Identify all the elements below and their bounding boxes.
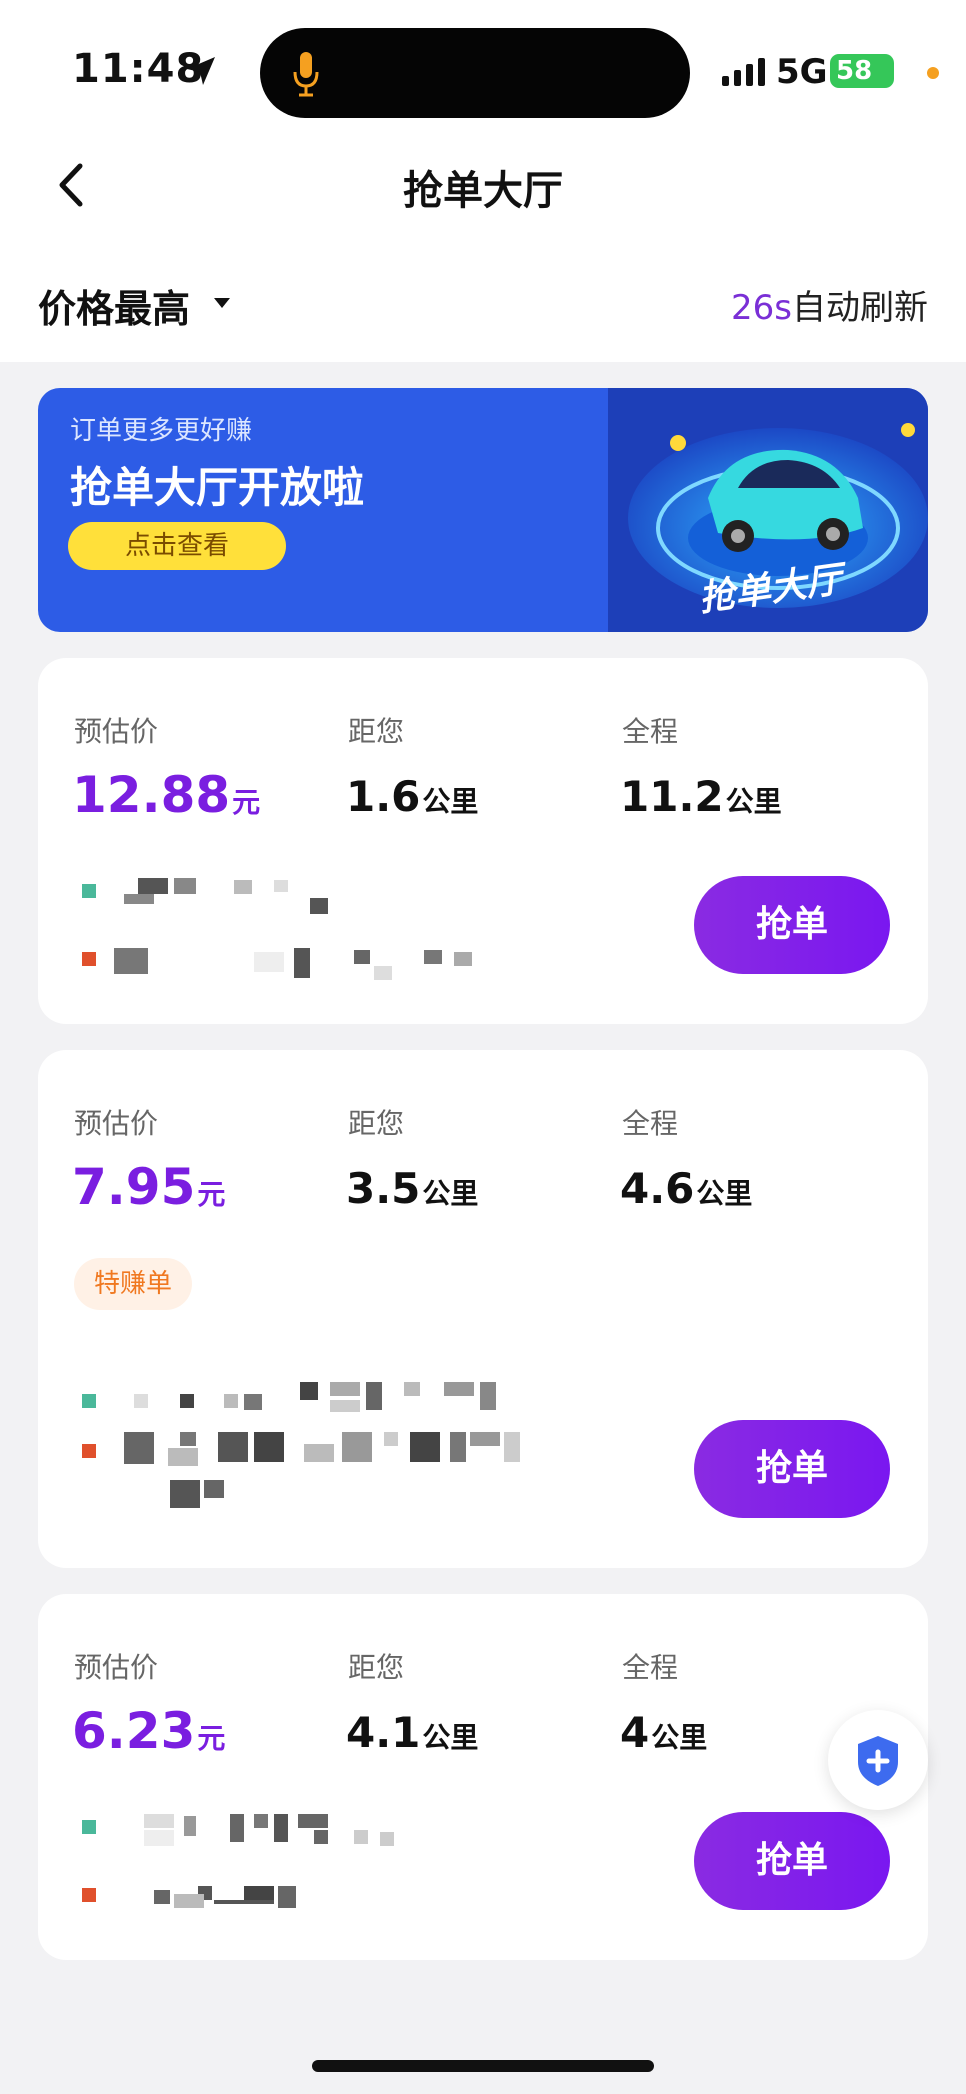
distance-value: 4.1公里 [346,1708,479,1757]
total-value: 4公里 [620,1708,708,1757]
grab-order-button[interactable]: 抢单 [694,1812,890,1910]
home-indicator [312,2060,654,2072]
auto-refresh: 26s自动刷新 [731,280,928,329]
grab-order-button[interactable]: 抢单 [694,876,890,974]
caret-down-icon[interactable] [212,296,232,310]
distance-label: 距您 [348,1107,405,1140]
end-point-icon [82,952,96,966]
price-label: 预估价 [74,715,159,748]
pickup-address-redacted [124,1382,520,1508]
refresh-label: 自动刷新 [792,288,928,328]
total-value: 11.2公里 [620,772,782,821]
mic-icon [293,52,319,97]
bonus-order-badge: 特赚单 [74,1258,193,1310]
distance-value: 1.6公里 [346,772,479,821]
price-value: 7.95元 [72,1158,226,1216]
grab-order-button[interactable]: 抢单 [694,1420,890,1518]
price-value: 12.88元 [72,766,261,824]
pickup-address-redacted [114,878,472,980]
banner-headline: 抢单大厅开放啦 [70,463,365,512]
price-value: 6.23元 [72,1702,226,1760]
location-arrow-icon [187,57,215,85]
banner-subtitle: 订单更多更好赚 [70,416,253,446]
privacy-indicator [927,67,939,79]
signal-icon [722,58,765,86]
refresh-countdown: 26s [731,288,792,328]
order-card: 预估价 距您 全程 6.23元 4.1公里 4公里 抢单 [38,1594,928,1960]
price-label: 预估价 [74,1651,159,1684]
network-type: 5G [776,52,828,92]
end-point-icon [82,1444,96,1458]
safety-shield-button[interactable] [828,1710,928,1810]
start-point-icon [82,884,96,898]
start-point-icon [82,1820,96,1834]
order-card: 预估价 距您 全程 7.95元 3.5公里 4.6公里 特赚单 抢单 [38,1050,928,1568]
total-value: 4.6公里 [620,1164,753,1213]
total-label: 全程 [622,1107,679,1140]
sort-dropdown[interactable]: 价格最高 [38,278,190,333]
start-point-icon [82,1394,96,1408]
pickup-address-redacted [144,1814,394,1908]
distance-value: 3.5公里 [346,1164,479,1213]
battery-icon: 58 [830,54,894,88]
page-title: 抢单大厅 [403,168,563,214]
distance-label: 距您 [348,715,405,748]
price-label: 预估价 [74,1107,159,1140]
end-point-icon [82,1888,96,1902]
total-label: 全程 [622,1651,679,1684]
banner-view-button[interactable]: 点击查看 [68,522,286,570]
dynamic-island [260,28,690,118]
promo-banner[interactable]: 订单更多更好赚 抢单大厅开放啦 点击查看 抢单大厅 [38,388,928,632]
total-label: 全程 [622,715,679,748]
shield-plus-icon [858,1736,898,1786]
order-card: 预估价 距您 全程 12.88元 1.6公里 11.2公里 抢单 [38,658,928,1024]
distance-label: 距您 [348,1651,405,1684]
